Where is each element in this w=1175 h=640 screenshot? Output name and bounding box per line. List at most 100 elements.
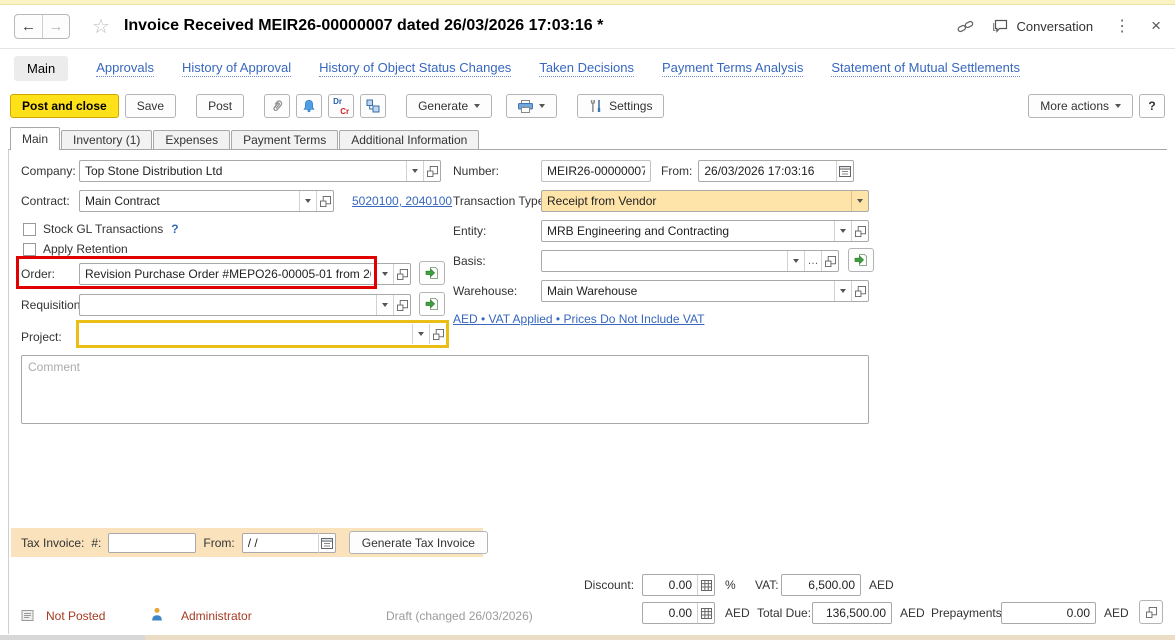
order-dropdown-button[interactable] [376,264,393,284]
transaction-type-field [541,190,869,212]
nav-link-history-of-object-status-changes[interactable]: History of Object Status Changes [319,60,511,77]
save-button[interactable]: Save [125,94,176,118]
basis-dropdown-button[interactable] [787,251,804,271]
currency-vat-link[interactable]: AED • VAT Applied • Prices Do Not Includ… [453,312,704,326]
basis-ellipsis-button[interactable]: … [804,251,821,271]
project-dropdown-button[interactable] [412,324,429,344]
open-settlements-button[interactable] [1139,600,1163,624]
posted-status-icon [21,609,34,622]
generate-tax-invoice-button[interactable]: Generate Tax Invoice [349,531,488,554]
related-documents-button[interactable] [360,94,386,118]
apply-retention-checkbox[interactable] [23,243,36,256]
chevron-down-icon [418,332,424,336]
reminder-button[interactable] [296,94,322,118]
requisition-input[interactable] [80,298,376,312]
stock-gl-transactions-checkbox[interactable] [23,223,36,236]
basis-input[interactable] [542,254,787,268]
page-title: Invoice Received MEIR26-00000007 dated 2… [124,17,603,35]
history-nav-buttons: ← → [14,14,70,39]
close-icon[interactable]: × [1151,16,1161,36]
nav-link-payment-terms-analysis[interactable]: Payment Terms Analysis [662,60,803,77]
tax-invoice-number-input[interactable] [109,536,195,550]
nav-link-taken-decisions[interactable]: Taken Decisions [539,60,634,77]
basis-open-button[interactable] [821,251,838,271]
copy-link-button[interactable] [957,19,974,34]
company-open-button[interactable] [423,161,440,181]
prepayments-input[interactable] [1002,606,1095,620]
warehouse-open-button[interactable] [851,281,868,301]
gl-transactions-button[interactable]: DrCr [328,94,354,118]
open-icon [320,196,331,207]
tax-invoice-from-label: From: [203,536,234,550]
comment-textarea[interactable] [21,355,869,424]
contract-input[interactable] [80,194,299,208]
tab-main[interactable]: Main [10,127,60,150]
entity-input[interactable] [542,224,834,238]
gl-accounts-link[interactable]: 5020100, 2040100 [352,194,452,208]
nav-link-approvals[interactable]: Approvals [96,60,154,77]
transaction-type-input[interactable] [542,194,851,208]
tab-additional-information[interactable]: Additional Information [339,130,479,150]
requisition-dropdown-button[interactable] [376,295,393,315]
document-discount-calculator-button[interactable] [697,603,714,623]
forward-button[interactable]: → [42,15,69,38]
document-discount-field [642,602,715,624]
discount-calculator-button[interactable] [697,575,714,595]
chevron-down-icon [857,199,863,203]
help-button[interactable]: ? [1139,94,1165,118]
favorite-star-icon[interactable]: ☆ [92,14,110,39]
back-button[interactable]: ← [15,15,42,38]
conversation-button[interactable]: Conversation [992,19,1093,34]
nav-link-statement-of-mutual-settlements[interactable]: Statement of Mutual Settlements [831,60,1020,77]
company-input[interactable] [80,164,406,178]
entity-dropdown-button[interactable] [834,221,851,241]
warehouse-dropdown-button[interactable] [834,281,851,301]
order-open-button[interactable] [393,264,410,284]
more-actions-button[interactable]: More actions [1028,94,1133,118]
date-input[interactable] [699,164,836,178]
chevron-down-icon [793,259,799,263]
vat-input[interactable] [782,578,860,592]
nav-tab-main[interactable]: Main [14,56,68,81]
number-input[interactable] [542,164,650,178]
calculator-icon [701,608,712,619]
drcr-icon: DrCr [333,99,349,114]
post-button[interactable]: Post [196,94,244,118]
fill-from-basis-button[interactable] [848,248,874,272]
requisition-open-button[interactable] [393,295,410,315]
order-field [79,263,411,285]
bottom-scroll-thumb[interactable] [0,635,145,640]
tax-invoice-calendar-button[interactable] [318,533,335,553]
command-bar-right: More actions ? [1028,94,1165,118]
tab-payment-terms[interactable]: Payment Terms [231,130,338,150]
tab-expenses[interactable]: Expenses [153,130,230,150]
entity-open-button[interactable] [851,221,868,241]
discount-input[interactable] [643,578,697,592]
contract-dropdown-button[interactable] [299,191,316,211]
order-input[interactable] [80,267,376,281]
settings-button[interactable]: Settings [577,94,664,118]
contract-open-button[interactable] [316,191,333,211]
fill-from-requisition-button[interactable] [419,292,445,316]
total-due-input[interactable] [813,606,891,620]
bottom-scroll-track[interactable] [0,635,1175,640]
contract-label: Contract: [21,194,79,208]
tax-invoice-date-input[interactable] [243,536,318,550]
warehouse-input[interactable] [542,284,834,298]
generate-button[interactable]: Generate [406,94,492,118]
project-open-button[interactable] [429,324,446,344]
print-button[interactable] [506,94,557,118]
document-discount-input[interactable] [643,606,697,620]
nav-link-history-of-approval[interactable]: History of Approval [182,60,291,77]
stock-gl-help-link[interactable]: ? [171,222,178,236]
attachments-button[interactable] [264,94,290,118]
transaction-type-dropdown-button[interactable] [851,191,868,211]
post-and-close-button[interactable]: Post and close [10,94,119,118]
fill-from-order-button[interactable] [419,261,445,285]
tab-inventory[interactable]: Inventory (1) [61,130,152,150]
header-divider [0,48,1175,49]
project-input[interactable] [79,327,412,341]
kebab-menu-icon[interactable]: ⋮ [1111,16,1133,36]
company-dropdown-button[interactable] [406,161,423,181]
date-calendar-button[interactable] [836,161,853,181]
